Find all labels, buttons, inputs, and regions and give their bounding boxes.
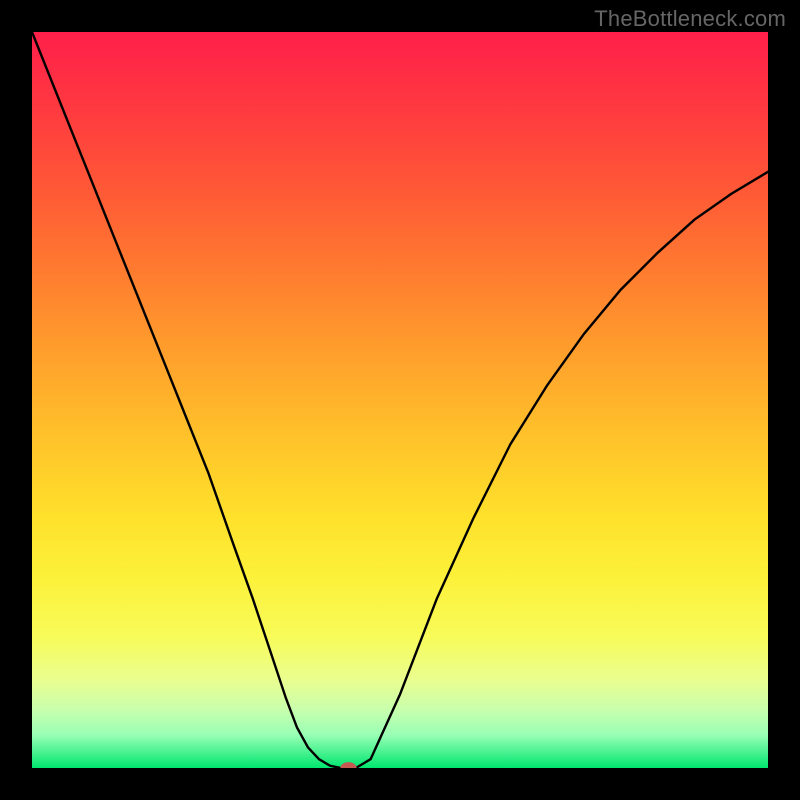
curve-path bbox=[32, 32, 768, 768]
watermark-text: TheBottleneck.com bbox=[594, 6, 786, 32]
chart-frame: TheBottleneck.com bbox=[0, 0, 800, 800]
plot-area bbox=[32, 32, 768, 768]
curve-layer bbox=[32, 32, 768, 768]
marker-dot bbox=[340, 762, 356, 768]
